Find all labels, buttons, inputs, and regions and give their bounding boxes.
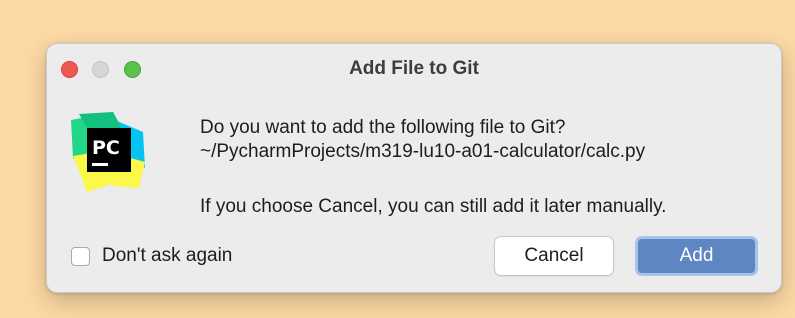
message-cancel-hint: If you choose Cancel, you can still add … — [200, 196, 667, 217]
message-file-path: ~/PycharmProjects/m319-lu10-a01-calculat… — [200, 141, 646, 162]
dont-ask-again-label[interactable]: Don't ask again — [102, 245, 232, 267]
cancel-button[interactable]: Cancel — [494, 236, 614, 276]
screen-backdrop: Add File to Git PC Do you want to add th… — [0, 0, 795, 318]
pycharm-icon: PC — [69, 112, 147, 192]
dialog-message: Do you want to add the following file to… — [200, 116, 666, 219]
title-bar: Add File to Git — [47, 44, 781, 94]
dont-ask-again-row[interactable]: Don't ask again — [71, 244, 232, 268]
pycharm-icon-text: PC — [92, 137, 120, 159]
dont-ask-again-checkbox[interactable] — [71, 246, 90, 266]
add-button[interactable]: Add — [635, 236, 758, 276]
add-file-to-git-dialog: Add File to Git PC Do you want to add th… — [46, 43, 782, 293]
dialog-title: Add File to Git — [349, 58, 479, 79]
message-question: Do you want to add the following file to… — [200, 117, 566, 138]
